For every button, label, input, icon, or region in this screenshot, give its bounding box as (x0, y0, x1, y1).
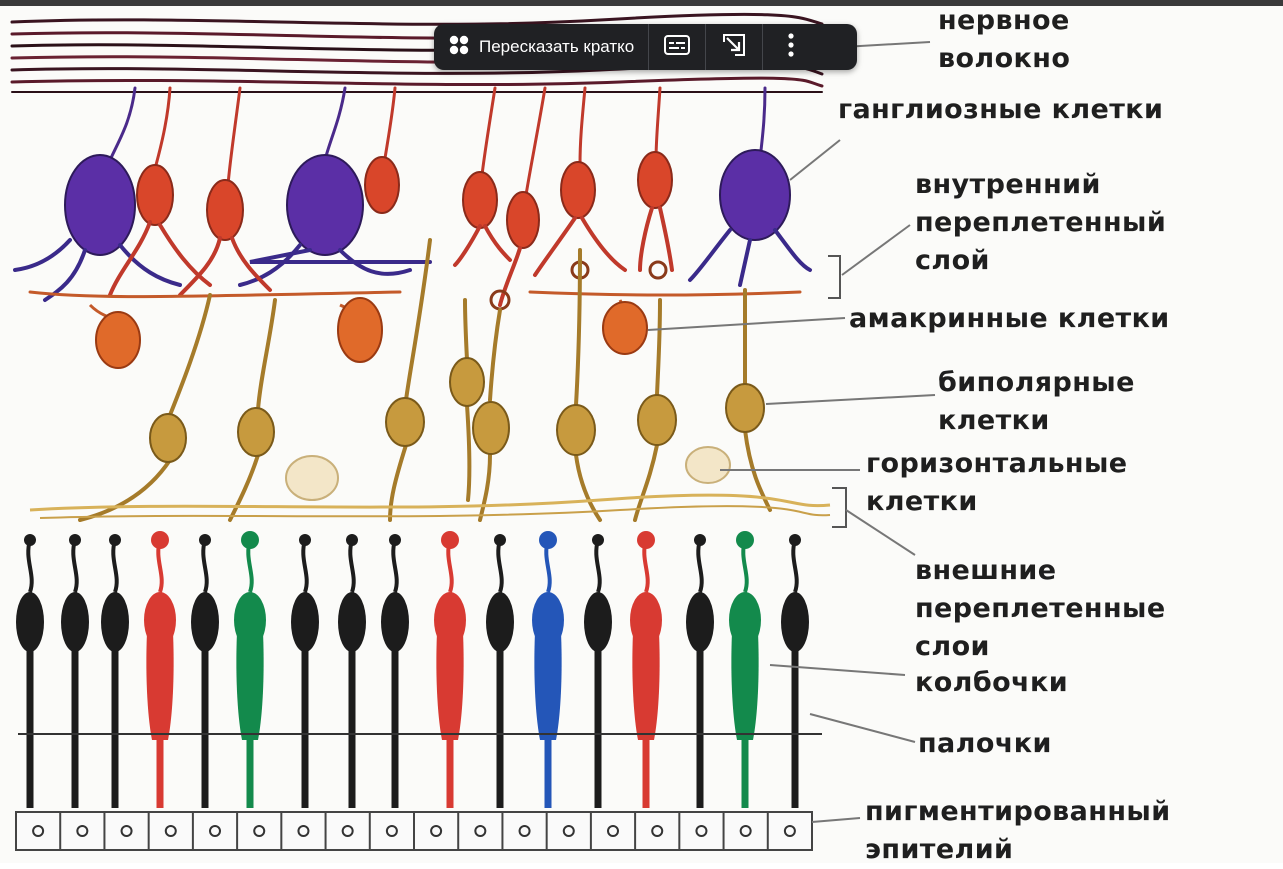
label-ganglion-cells: ганглиозные клетки (838, 91, 1163, 129)
open-in-panel-icon (721, 32, 747, 62)
subtitles-icon (663, 34, 691, 60)
ganglion-cell-layer (13, 86, 812, 307)
label-line: слой (915, 245, 990, 276)
label-inner-plexiform: внутренний переплетенный слой (915, 166, 1166, 280)
label-line: горизонтальные (866, 448, 1128, 479)
open-in-panel-button[interactable] (706, 24, 762, 70)
label-outer-plexiform: внешние переплетенные слои (915, 552, 1166, 666)
label-line: пигментированный (865, 796, 1171, 827)
label-line: переплетенные (915, 593, 1166, 624)
rod-cell (291, 534, 319, 808)
label-line: волокно (938, 43, 1071, 74)
summarize-label: Пересказать кратко (479, 37, 635, 56)
cone-cell (729, 531, 761, 808)
cone-cell (434, 531, 466, 808)
label-line: эпителий (865, 834, 1014, 865)
subtitles-button[interactable] (649, 24, 705, 70)
label-line: внутренний (915, 169, 1101, 200)
label-line: клетки (866, 486, 978, 517)
bipolar-cell-layer (78, 238, 772, 522)
label-line: слои (915, 631, 990, 662)
layer-brackets (828, 255, 847, 528)
label-line: нервное (938, 5, 1070, 36)
label-line: колбочки (915, 667, 1069, 698)
pigment-epithelium-layer (15, 811, 813, 851)
label-line: амакринные клетки (849, 303, 1170, 334)
rod-cell (16, 534, 44, 808)
label-bipolar-cells: биполярные клетки (938, 364, 1135, 440)
rod-cell (584, 534, 612, 808)
label-cones: колбочки (915, 664, 1068, 702)
label-horizontal-cells: горизонтальные клетки (866, 445, 1128, 521)
rod-cell (381, 534, 409, 808)
cone-cell (532, 531, 564, 808)
rod-cell (781, 534, 809, 808)
rod-cell (338, 534, 366, 808)
label-pigment-epithelium: пигментированный эпителий (865, 793, 1171, 869)
label-rods: палочки (918, 725, 1052, 763)
label-nerve-fiber: нервное волокно (938, 2, 1070, 78)
label-line: палочки (918, 728, 1052, 759)
cone-cell (144, 531, 176, 808)
rod-cell (486, 534, 514, 808)
more-options-button[interactable] (763, 24, 819, 70)
rod-cell (191, 534, 219, 808)
label-line: внешние (915, 555, 1057, 586)
floating-video-toolbar: Пересказать кратко (434, 24, 857, 70)
more-vertical-icon (787, 32, 795, 62)
label-amacrine-cells: амакринные клетки (849, 300, 1170, 338)
photoreceptor-layer (16, 531, 809, 808)
label-line: переплетенный (915, 207, 1167, 238)
label-line: ганглиозные клетки (838, 94, 1164, 125)
label-line: клетки (938, 405, 1050, 436)
cone-cell (234, 531, 266, 808)
label-line: биполярные (938, 367, 1135, 398)
summarize-button[interactable]: Пересказать кратко (434, 24, 648, 70)
rod-cell (61, 534, 89, 808)
cone-cell (630, 531, 662, 808)
rod-cell (101, 534, 129, 808)
rod-cell (686, 534, 714, 808)
sparkle-dots-icon (448, 34, 470, 60)
